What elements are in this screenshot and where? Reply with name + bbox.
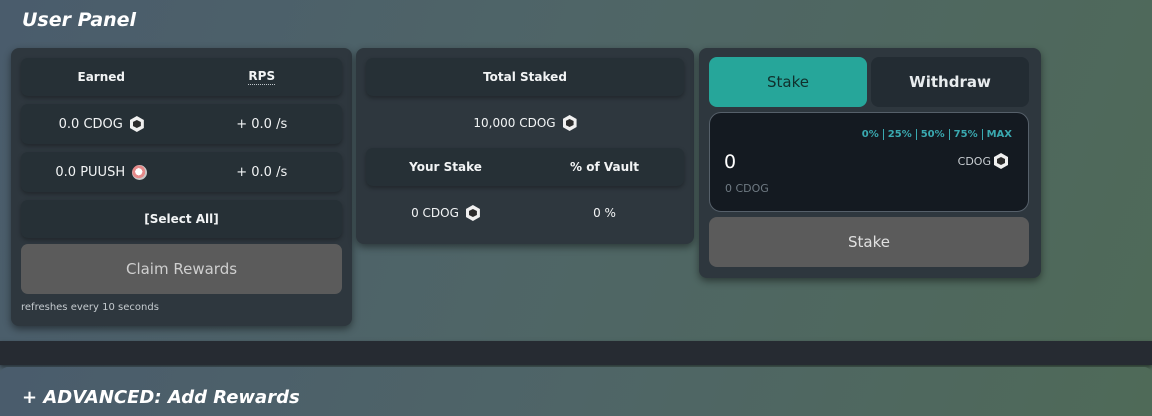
section-divider	[0, 341, 1152, 365]
stake-header-row: Your Stake % of Vault	[366, 148, 684, 186]
token-selector[interactable]: CDOG	[958, 153, 1008, 169]
percent-25-button[interactable]: 25%	[882, 129, 916, 140]
pct-vault-label: % of Vault	[570, 160, 639, 174]
tab-stake[interactable]: Stake	[709, 57, 867, 107]
earned-header: Earned	[77, 70, 125, 84]
cdog-token-icon	[465, 205, 480, 221]
reward-earned-puush: 0.0 PUUSH	[55, 164, 126, 180]
amount-input-box: 0% 25% 50% 75% MAX CDOG 0 CDOG	[709, 112, 1029, 212]
reward-row-cdog[interactable]: 0.0 CDOG + 0.0 /s	[21, 104, 342, 144]
total-staked-value: 10,000 CDOG	[473, 116, 556, 130]
percent-50-button[interactable]: 50%	[915, 129, 949, 140]
reward-rps-puush: + 0.0 /s	[236, 164, 288, 180]
claim-rewards-button[interactable]: Claim Rewards	[21, 244, 342, 294]
your-stake-value: 0 CDOG	[411, 206, 459, 220]
rewards-header-row: Earned RPS	[21, 58, 342, 96]
cdog-token-icon	[562, 115, 577, 131]
total-staked-label: Total Staked	[483, 70, 567, 84]
cdog-token-icon	[994, 153, 1008, 169]
advanced-section[interactable]: + ADVANCED: Add Rewards	[0, 367, 1152, 416]
percent-75-button[interactable]: 75%	[948, 129, 982, 140]
stake-values-row: 0 CDOG 0 %	[366, 202, 684, 224]
cdog-token-icon	[129, 116, 144, 132]
sub-amount: 0 CDOG	[725, 182, 769, 195]
percent-max-button[interactable]: MAX	[981, 129, 1016, 140]
rps-header[interactable]: RPS	[248, 69, 276, 85]
select-all-button[interactable]: [Select All]	[21, 200, 342, 238]
reward-row-puush[interactable]: 0.0 PUUSH + 0.0 /s	[21, 152, 342, 192]
amount-input[interactable]	[724, 151, 864, 173]
refresh-note: refreshes every 10 seconds	[21, 302, 159, 313]
stake-card: Stake Withdraw 0% 25% 50% 75% MAX CDOG 0…	[699, 48, 1041, 278]
rewards-card: Earned RPS 0.0 CDOG + 0.0 /s 0.0 PUUSH +…	[11, 48, 352, 326]
tab-withdraw[interactable]: Withdraw	[871, 57, 1029, 107]
puush-token-icon	[132, 164, 148, 180]
your-stake-label: Your Stake	[409, 160, 482, 174]
reward-rps-cdog: + 0.0 /s	[236, 116, 288, 132]
advanced-toggle-title[interactable]: + ADVANCED: Add Rewards	[22, 387, 300, 408]
stake-submit-button[interactable]: Stake	[709, 217, 1029, 267]
percent-0-button[interactable]: 0%	[858, 129, 883, 140]
total-staked-row: 10,000 CDOG	[366, 112, 684, 134]
pct-vault-value: 0 %	[593, 206, 616, 220]
percent-selector: 0% 25% 50% 75% MAX	[858, 129, 1016, 140]
reward-earned-cdog: 0.0 CDOG	[58, 116, 123, 132]
token-label: CDOG	[957, 154, 991, 168]
total-staked-header: Total Staked	[366, 58, 684, 96]
vault-card: Total Staked 10,000 CDOG Your Stake % of…	[356, 48, 694, 244]
panel-title: User Panel	[22, 9, 137, 31]
select-all-label: [Select All]	[144, 212, 219, 226]
